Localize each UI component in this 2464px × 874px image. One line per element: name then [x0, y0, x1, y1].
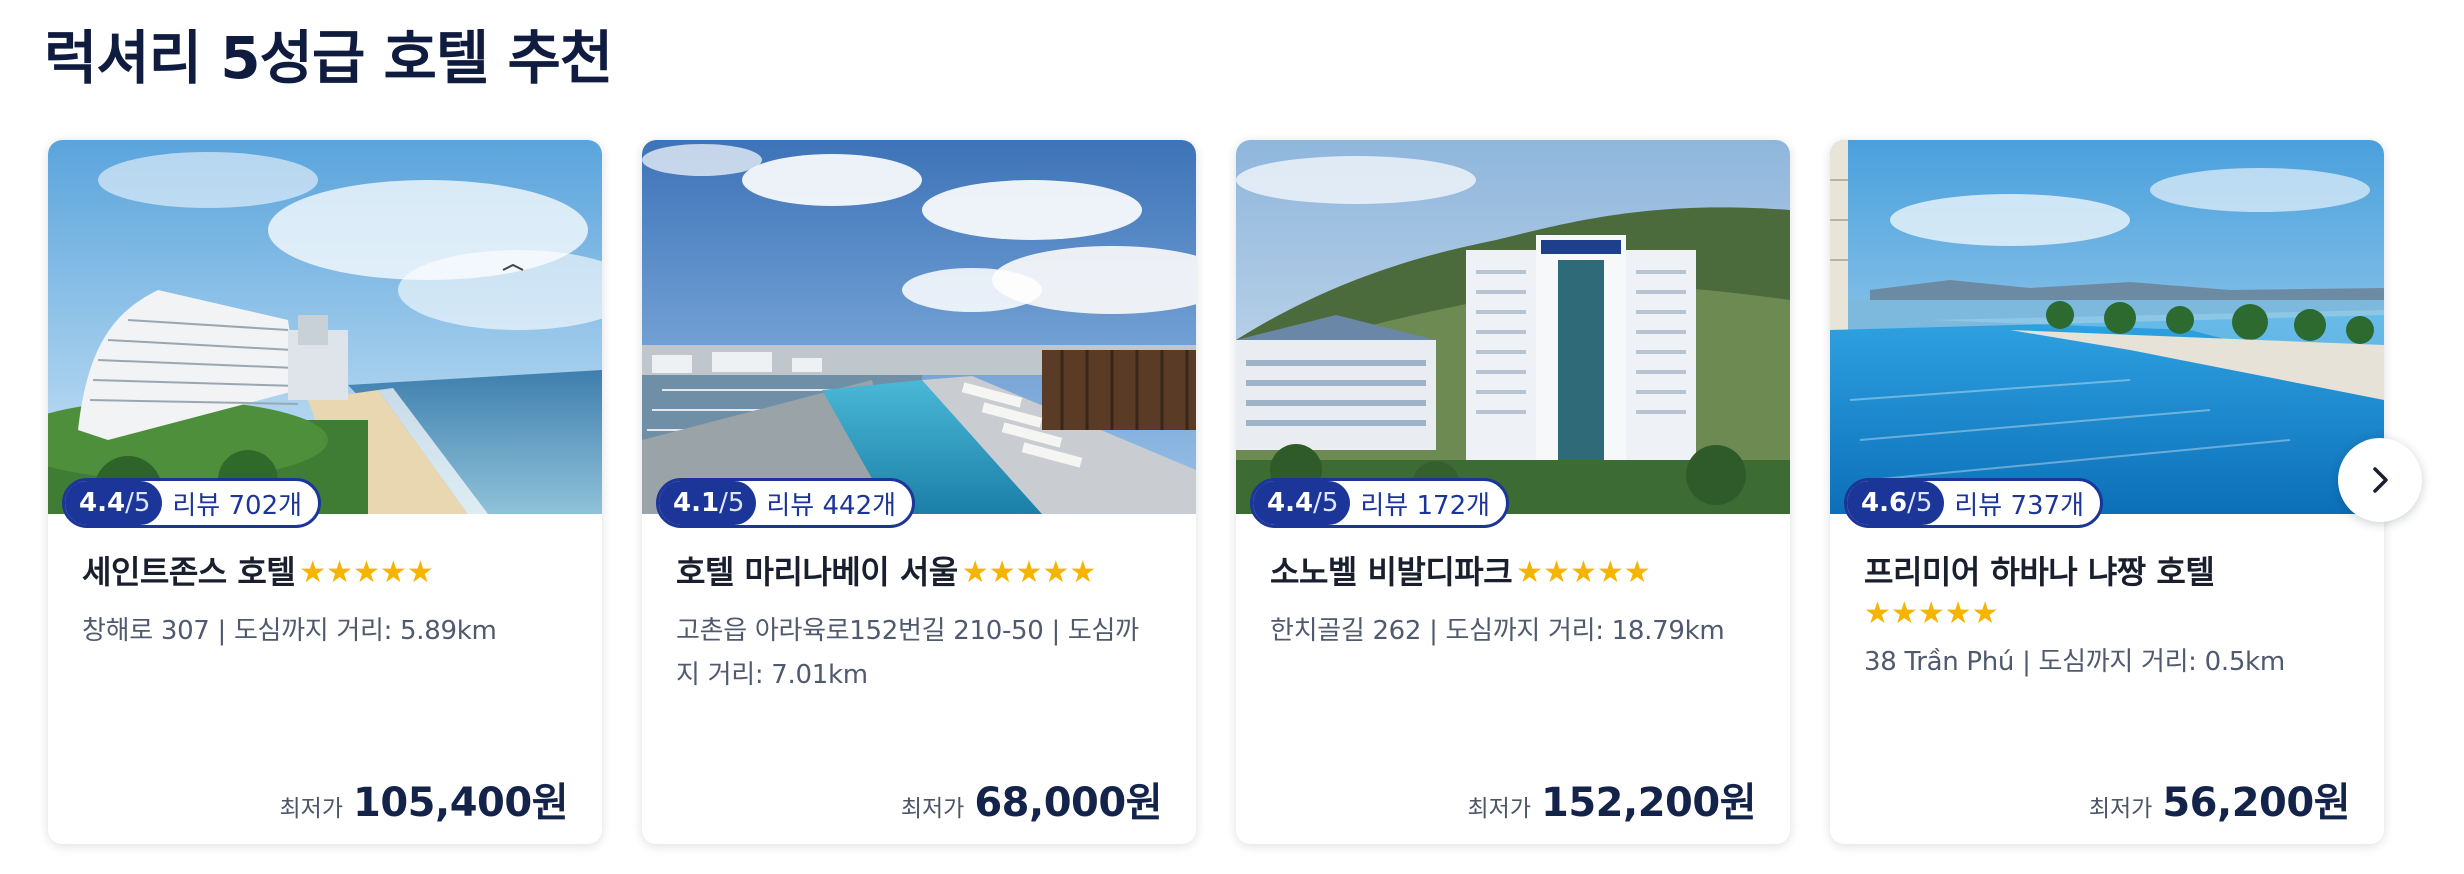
price-value: 105,400원 [353, 780, 569, 826]
price-info: 최저가 152,200원 [1467, 770, 1757, 828]
hotel-recommendation-section: 럭셔리 5성급 호텔 추천 4.4 /5 리뷰 702개 세인트존스 호텔 ★★… [0, 0, 2464, 874]
hotel-address: 38 Trần Phú | 도심까지 거리: 0.5km [1864, 647, 2285, 677]
star-rating-icon: ★★★★★ [961, 555, 1097, 590]
rating-score: 4.4/5 [65, 481, 163, 525]
rating-badge: 4.4/5 리뷰 172개 [1250, 478, 1510, 528]
price-info: 최저가 105,400원 [279, 770, 569, 828]
hotel-name[interactable]: 호텔 마리나베이 서울 ★★★★★ [676, 550, 1162, 595]
price-value: 152,200원 [1541, 780, 1757, 826]
hotel-photo[interactable] [642, 140, 1196, 514]
chevron-right-icon [2373, 467, 2388, 493]
price-prefix: 최저가 [1467, 796, 1531, 822]
price-info: 최저가 56,200원 [2088, 770, 2351, 828]
price-info: 최저가 68,000원 [900, 770, 1163, 828]
hotel-photo[interactable] [48, 140, 602, 514]
star-rating-icon: ★★★★★ [1864, 596, 1999, 631]
hotel-name[interactable]: 프리미어 하바나 냐짱 호텔 [1864, 550, 2350, 594]
hotel-card[interactable]: 4.6/5 리뷰 737개 프리미어 하바나 냐짱 호텔 ★★★★★ 38 Tr… [1830, 140, 2384, 844]
hotel-photo[interactable] [1830, 140, 2384, 514]
rating-badge: 4.1/5 리뷰 442개 [656, 478, 916, 528]
rating-score: 4.4/5 [1253, 481, 1351, 525]
hotel-address: 고촌읍 아라육로152번길 210-50 | 도심까지 거리: 7.01km [676, 616, 1139, 690]
review-count: 리뷰 737개 [1954, 490, 2085, 521]
rating-score: 4.1/5 [659, 481, 757, 525]
hotel-address: 한치골길 262 | 도심까지 거리: 18.79km [1270, 616, 1725, 646]
review-count: 리뷰 442개 [766, 490, 897, 521]
hotel-card-carousel: 4.4/5 리뷰 702개 세인트존스 호텔 ★★★★★ 창해로 307 | 도심… [48, 140, 2388, 846]
review-count: 리뷰 702개 [172, 490, 303, 521]
hotel-card[interactable]: 4.4/5 리뷰 702개 세인트존스 호텔 ★★★★★ 창해로 307 | 도심… [48, 140, 602, 844]
carousel-next-button[interactable] [2338, 438, 2422, 522]
star-rating-icon: ★★★★★ [299, 555, 434, 590]
price-prefix: 최저가 [279, 796, 343, 822]
review-count: 리뷰 172개 [1360, 490, 1491, 521]
hotel-card[interactable]: 4.4/5 리뷰 172개 소노벨 비발디파크 ★★★★★ 한치골길 262 | … [1236, 140, 1790, 844]
rating-score: 4.6/5 [1847, 481, 1945, 525]
hotel-name[interactable]: 소노벨 비발디파크 ★★★★★ [1270, 550, 1756, 595]
rating-badge: 4.4/5 리뷰 702개 [62, 478, 322, 528]
hotel-address: 창해로 307 | 도심까지 거리: 5.89km [82, 616, 497, 646]
price-value: 68,000원 [974, 780, 1162, 826]
rating-badge: 4.6/5 리뷰 737개 [1844, 478, 2104, 528]
section-title: 럭셔리 5성급 호텔 추천 [44, 24, 613, 92]
price-value: 56,200원 [2162, 780, 2350, 826]
hotel-name[interactable]: 세인트존스 호텔 ★★★★★ [82, 550, 568, 595]
price-prefix: 최저가 [900, 796, 965, 822]
hotel-photo[interactable] [1236, 140, 1790, 514]
hotel-card[interactable]: 4.1/5 리뷰 442개 호텔 마리나베이 서울 ★★★★★ 고촌읍 아라육로1… [642, 140, 1196, 844]
star-rating-icon: ★★★★★ [1516, 555, 1651, 590]
price-prefix: 최저가 [2088, 796, 2153, 822]
